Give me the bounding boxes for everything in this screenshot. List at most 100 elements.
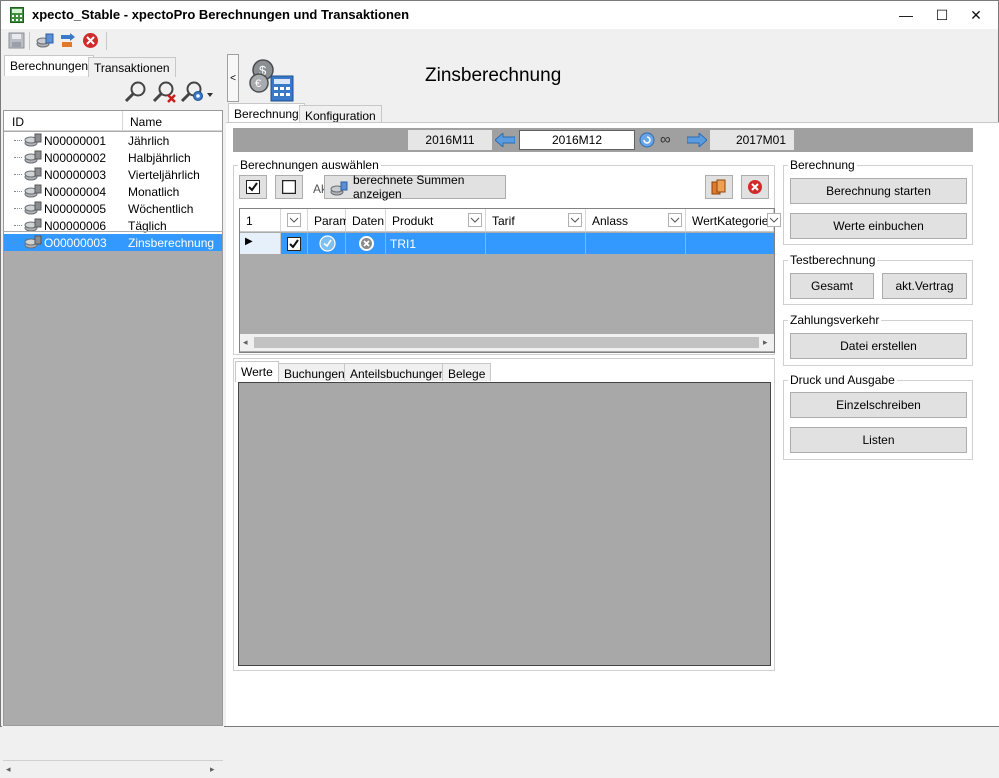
tree-connector — [14, 225, 22, 226]
row-indicator[interactable]: ▶ — [240, 233, 281, 254]
show-calculated-sums-label: berechnete Summen anzeigen — [353, 173, 465, 201]
left-pane: Berechnungen Transaktionen ID Name N0000… — [2, 54, 224, 778]
tree-row-id: N00000003 — [44, 168, 107, 182]
application-window: xpecto_Stable - xpectoPro Berechnungen u… — [0, 0, 999, 778]
cancel-icon[interactable] — [82, 32, 99, 49]
tree-row-name: Zinsberechnung — [128, 236, 215, 250]
start-calculation-button[interactable]: Berechnung starten — [790, 178, 967, 204]
remove-button[interactable] — [741, 175, 769, 199]
chevron-down-icon[interactable] — [568, 213, 582, 227]
chevron-down-icon[interactable] — [767, 213, 781, 227]
tree-row[interactable]: N00000001 Jährlich — [4, 132, 222, 149]
copy-icon — [711, 179, 726, 195]
tree-row-id: N00000001 — [44, 134, 107, 148]
values-grid — [238, 382, 771, 666]
create-file-button[interactable]: Datei erstellen — [790, 333, 967, 359]
grid-horizontal-scrollbar[interactable]: ◂ ▸ — [240, 334, 774, 351]
tree-row-name: Jährlich — [128, 134, 170, 148]
arrow-left-icon[interactable] — [495, 133, 515, 147]
next-period[interactable]: 2017M01 — [710, 130, 794, 150]
select-all-button[interactable] — [239, 175, 267, 199]
checkbox-checked-icon[interactable] — [287, 237, 301, 251]
tree-row[interactable]: O00000003 Zinsberechnung — [4, 234, 222, 251]
daten-cell[interactable] — [346, 233, 386, 254]
show-calculated-sums-button[interactable]: berechnete Summen anzeigen — [324, 173, 506, 201]
collapse-pane-button[interactable]: < — [227, 54, 239, 102]
tab-werte[interactable]: Werte — [235, 361, 279, 382]
tab-buchungen[interactable]: Buchungen — [278, 363, 351, 381]
close-window-button[interactable]: ✕ — [953, 1, 999, 29]
title-bar: xpecto_Stable - xpectoPro Berechnungen u… — [1, 1, 998, 29]
chevron-down-icon[interactable] — [287, 213, 301, 227]
column-header-param[interactable]: Param — [308, 209, 349, 232]
tree-row-id: O00000003 — [44, 236, 107, 250]
period-navigator: 2016M11 2016M12 ∞ 2017M01 — [233, 128, 973, 152]
current-period[interactable]: 2016M12 — [519, 130, 635, 150]
select-calculations-legend: Berechnungen auswählen — [240, 158, 379, 172]
tab-berechnung[interactable]: Berechnung — [228, 103, 305, 123]
column-header-wertkategorie[interactable]: WertKategorie — [686, 209, 774, 232]
tab-belege[interactable]: Belege — [442, 363, 492, 381]
tree-row[interactable]: N00000004 Monatlich — [4, 183, 222, 200]
anlass-cell[interactable] — [586, 233, 686, 254]
tab-konfiguration[interactable]: Konfiguration — [299, 105, 382, 123]
wertkategorie-cell[interactable] — [686, 233, 774, 254]
tree-header: ID Name — [4, 111, 222, 131]
scroll-thumb[interactable] — [254, 337, 759, 348]
calculation-config-icon[interactable] — [36, 32, 54, 49]
tab-berechnungen[interactable]: Berechnungen — [4, 55, 95, 76]
parameter-ok-icon[interactable] — [319, 235, 336, 252]
tab-transaktionen[interactable]: Transaktionen — [88, 57, 176, 77]
previous-period[interactable]: 2016M11 — [408, 130, 492, 150]
column-header-daten[interactable]: Daten — [346, 209, 386, 232]
column-header-id[interactable]: ID — [12, 115, 24, 129]
sums-icon — [330, 181, 348, 196]
tree-row-name: Halbjährlich — [128, 151, 191, 165]
infinity-icon[interactable]: ∞ — [660, 131, 671, 148]
column-divider — [122, 111, 123, 131]
test-current-contract-button[interactable]: akt.Vertrag — [882, 273, 967, 299]
arrow-right-icon[interactable] — [687, 133, 707, 147]
refresh-period-icon[interactable] — [639, 132, 655, 148]
horizontal-scrollbar[interactable]: ◂ ▸ — [3, 760, 223, 778]
tree-row[interactable]: N00000003 Vierteljährlich — [4, 166, 222, 183]
row-pointer-icon: ▶ — [245, 236, 253, 247]
tarif-cell[interactable] — [486, 233, 586, 254]
tree-row[interactable]: N00000002 Halbjährlich — [4, 149, 222, 166]
data-missing-icon[interactable] — [358, 235, 375, 252]
calculator-icon — [10, 7, 24, 23]
select-column-header[interactable] — [281, 209, 308, 232]
book-values-button[interactable]: Werte einbuchen — [790, 213, 967, 239]
tab-anteilsbuchungen[interactable]: Anteilsbuchungen — [344, 363, 452, 381]
search-settings-icon[interactable] — [180, 80, 214, 104]
table-row-select[interactable] — [281, 233, 308, 254]
chevron-down-icon[interactable] — [468, 213, 482, 227]
param-cell[interactable] — [308, 233, 346, 254]
tree-connector — [14, 174, 22, 175]
column-header-name[interactable]: Name — [130, 115, 162, 129]
lists-button[interactable]: Listen — [790, 427, 967, 453]
transfer-icon[interactable] — [59, 32, 77, 49]
search-icon[interactable] — [124, 80, 148, 104]
single-letter-button[interactable]: Einzelschreiben — [790, 392, 967, 418]
tree-connector — [14, 140, 22, 141]
toolbar-separator — [106, 32, 107, 50]
chevron-down-icon[interactable] — [668, 213, 682, 227]
tree-connector — [14, 242, 22, 243]
clear-search-icon[interactable] — [152, 80, 178, 104]
test-total-button[interactable]: Gesamt — [790, 273, 874, 299]
calculation-icon — [24, 167, 42, 181]
tree-row[interactable]: N00000005 Wöchentlich — [4, 200, 222, 217]
deselect-all-button[interactable] — [275, 175, 303, 199]
toolbar-separator — [29, 32, 30, 50]
berechnung-legend: Berechnung — [790, 158, 855, 172]
calculation-icon — [24, 184, 42, 198]
checkbox-empty-icon — [282, 180, 296, 194]
calculation-icon — [24, 201, 42, 215]
copy-button[interactable] — [705, 175, 733, 199]
produkt-cell[interactable]: TRI1 — [386, 233, 486, 254]
calculation-tree: ID Name N00000001 Jährlich N00000002 Halbjä… — [3, 110, 223, 726]
save-icon[interactable] — [8, 32, 25, 49]
checkbox-checked-icon — [246, 180, 260, 194]
tree-connector — [14, 191, 22, 192]
